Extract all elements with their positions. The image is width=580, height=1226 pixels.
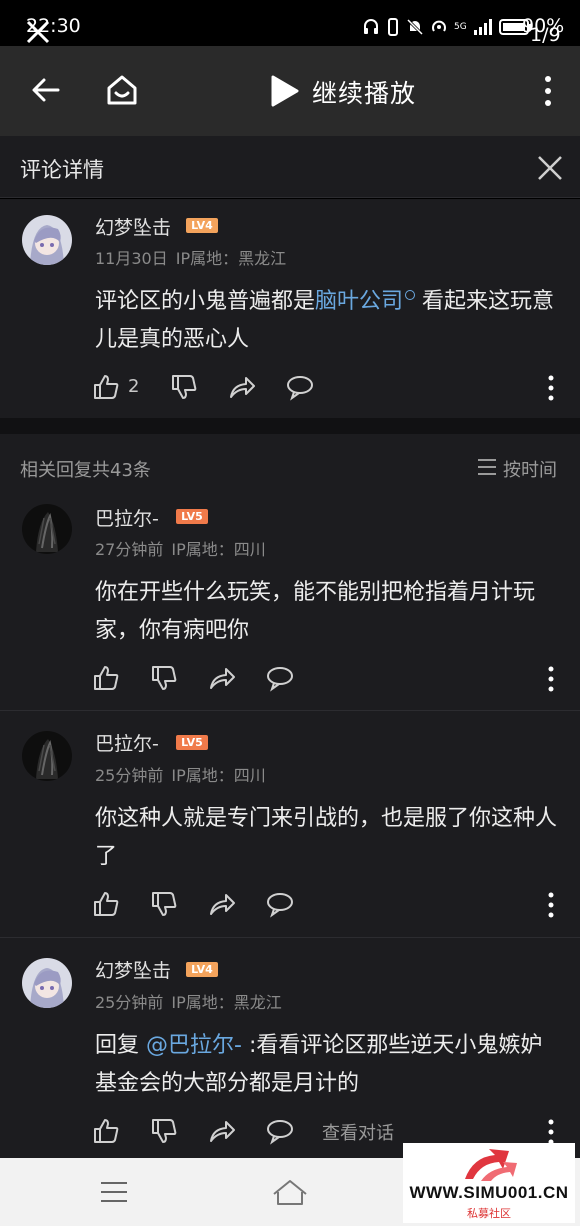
level-badge: LV4 <box>186 962 218 977</box>
reply-item: 巴拉尔- LV5 27分钟前 IP属地：四川 你在开些什么玩笑，能不能别把枪指着月… <box>0 494 580 710</box>
comment-icon[interactable] <box>286 373 314 401</box>
comment-meta: 27分钟前 IP属地：四川 <box>95 536 266 560</box>
comment-icon[interactable] <box>266 664 294 692</box>
more-vertical-icon[interactable] <box>545 1119 557 1145</box>
like-icon[interactable] <box>92 664 120 692</box>
image-counter: 1/9 <box>530 24 561 46</box>
like-icon[interactable] <box>92 373 120 401</box>
comment-icon[interactable] <box>266 890 294 918</box>
hotspot-icon <box>432 20 446 32</box>
main-comment: 幻梦坠击 LV4 11月30日 IP属地：黑龙江 评论区的小鬼普遍都是脑叶公司 看… <box>0 199 580 418</box>
comment-time: 27分钟前 <box>95 540 164 559</box>
home-icon[interactable] <box>104 72 140 108</box>
close-overlay-icon[interactable] <box>24 18 52 46</box>
watermark-subtitle: 私募社区 <box>467 1207 511 1220</box>
comment-text: 评论区的小鬼普遍都是脑叶公司 看起来这玩意儿是真的恶心人 <box>95 283 560 359</box>
avatar[interactable] <box>22 215 72 265</box>
watermark-logo <box>465 1149 517 1181</box>
back-arrow-icon[interactable] <box>30 74 62 106</box>
comment-meta: 25分钟前 IP属地：黑龙江 <box>95 989 282 1013</box>
dislike-icon[interactable] <box>170 373 198 401</box>
status-bar: 22:30 5G 90% 1/9 <box>0 0 580 46</box>
action-row: 2 <box>92 373 562 403</box>
view-conversation-link[interactable]: 查看对话 <box>322 1119 394 1145</box>
reply-item: 幻梦坠击 LV4 25分钟前 IP属地：黑龙江 回复 @巴拉尔- :看看评论区那些… <box>0 938 580 1158</box>
comment-meta: 25分钟前 IP属地：四川 <box>95 762 266 786</box>
home-nav-icon[interactable] <box>270 1176 310 1208</box>
share-icon[interactable] <box>208 664 236 692</box>
username[interactable]: 巴拉尔- <box>95 504 159 531</box>
ip-location: IP属地：四川 <box>171 766 266 785</box>
comment-time: 25分钟前 <box>95 993 164 1012</box>
menu-icon[interactable] <box>100 1180 128 1204</box>
page-title: 评论详情 <box>20 158 104 182</box>
avatar[interactable] <box>22 958 72 1008</box>
mute-bell-icon <box>406 18 424 36</box>
comment-detail-header: 评论详情 <box>0 136 580 198</box>
like-count: 2 <box>128 376 140 397</box>
comment-icon[interactable] <box>266 1117 294 1145</box>
more-vertical-icon[interactable] <box>545 892 557 918</box>
action-row <box>92 890 562 920</box>
share-icon[interactable] <box>228 373 256 401</box>
ip-location: IP属地：黑龙江 <box>171 993 282 1012</box>
comment-text: 你在开些什么玩笑，能不能别把枪指着月计玩家，你有病吧你 <box>95 580 536 643</box>
section-gap <box>0 418 580 434</box>
replies-count: 相关回复共43条 <box>20 460 151 481</box>
close-icon[interactable] <box>536 154 564 182</box>
avatar[interactable] <box>22 731 72 781</box>
comment-text-part: 评论区的小鬼普遍都是 <box>95 289 316 314</box>
more-vertical-icon[interactable] <box>545 666 557 692</box>
level-badge: LV5 <box>176 509 208 524</box>
username[interactable]: 巴拉尔- <box>95 729 159 756</box>
dislike-icon[interactable] <box>150 664 178 692</box>
action-row <box>92 664 562 694</box>
play-icon[interactable] <box>268 74 300 108</box>
avatar[interactable] <box>22 504 72 554</box>
more-vertical-icon[interactable] <box>538 74 558 108</box>
mention-link[interactable]: @巴拉尔- <box>146 1033 242 1058</box>
comment-text: 你这种人就是专门来引战的，也是服了你这种人了 <box>95 806 558 869</box>
signal-icon <box>473 19 492 35</box>
watermark: WWW.SIMU001.CN 私募社区 <box>403 1143 575 1223</box>
level-badge: LV5 <box>176 735 208 750</box>
vibrate-icon <box>388 18 398 36</box>
comment-time: 25分钟前 <box>95 766 164 785</box>
like-icon[interactable] <box>92 890 120 918</box>
share-icon[interactable] <box>208 1117 236 1145</box>
more-vertical-icon[interactable] <box>545 375 557 401</box>
replies-header: 相关回复共43条 按时间 <box>0 434 580 494</box>
username[interactable]: 幻梦坠击 <box>95 213 171 240</box>
like-icon[interactable] <box>92 1117 120 1145</box>
top-nav-bar: 继续播放 <box>0 46 580 136</box>
continue-play-label[interactable]: 继续播放 <box>312 74 416 110</box>
sort-by-time-button[interactable]: 按时间 <box>503 456 557 482</box>
headphone-icon <box>364 19 378 34</box>
share-icon[interactable] <box>208 890 236 918</box>
comment-meta: 11月30日 IP属地：黑龙江 <box>95 245 286 269</box>
watermark-site: WWW.SIMU001.CN <box>409 1183 569 1202</box>
dislike-icon[interactable] <box>150 1117 178 1145</box>
level-badge: LV4 <box>186 218 218 233</box>
comment-date: 11月30日 <box>95 249 168 268</box>
signal-label: 5G <box>454 21 467 32</box>
dislike-icon[interactable] <box>150 890 178 918</box>
username[interactable]: 幻梦坠击 <box>95 956 171 983</box>
sort-icon[interactable] <box>477 458 497 476</box>
reply-item: 巴拉尔- LV5 25分钟前 IP属地：四川 你这种人就是专门来引战的，也是服了你… <box>0 711 580 937</box>
reply-prefix: 回复 <box>95 1033 146 1058</box>
keyword-link[interactable]: 脑叶公司 <box>315 289 403 314</box>
status-icons: 5G <box>362 16 533 38</box>
search-icon[interactable] <box>405 290 416 300</box>
ip-location: IP属地：黑龙江 <box>175 249 287 268</box>
ip-location: IP属地：四川 <box>171 540 266 559</box>
comment-text: 回复 @巴拉尔- :看看评论区那些逆天小鬼嫉妒基金会的大部分都是月计的 <box>95 1027 560 1103</box>
